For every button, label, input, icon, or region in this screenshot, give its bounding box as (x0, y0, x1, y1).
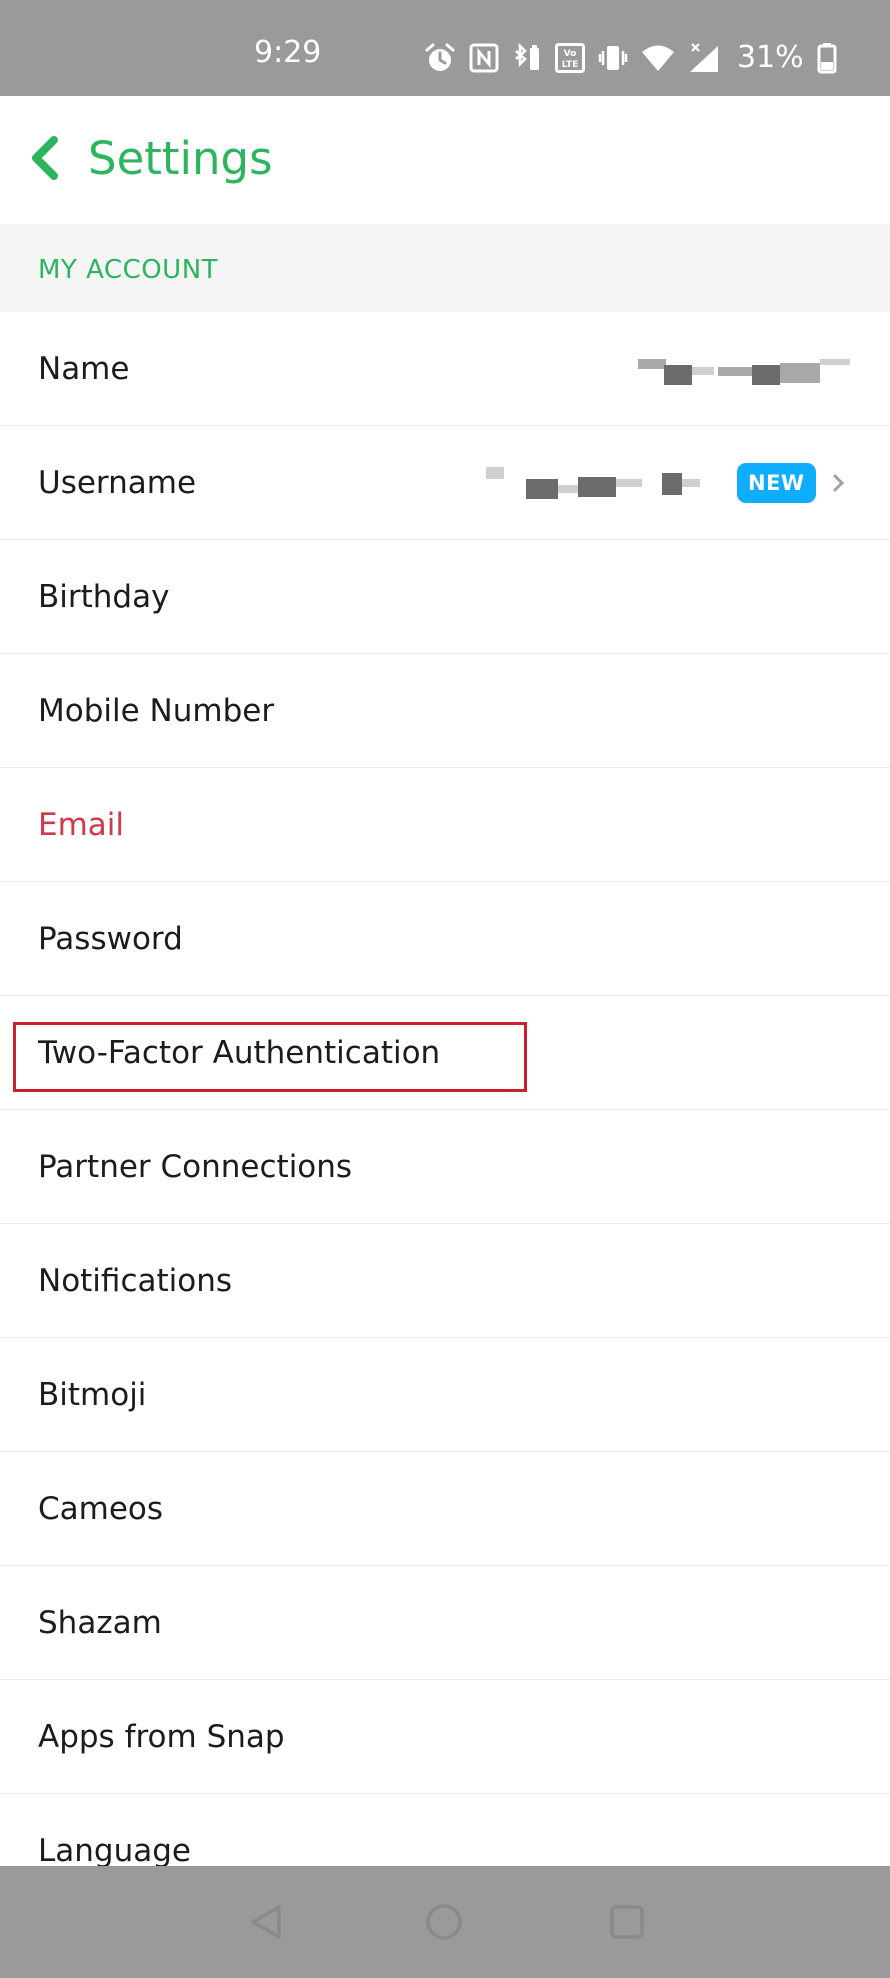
bluetooth-battery-icon (515, 42, 539, 70)
settings-item-label: Email (38, 806, 125, 843)
svg-text:LTE: LTE (562, 60, 579, 70)
settings-item-label: Language (38, 1832, 191, 1869)
settings-item-username[interactable]: Username NEW (0, 426, 890, 540)
settings-item-label: Bitmoji (38, 1376, 147, 1413)
battery-percent: 31% (737, 40, 804, 75)
settings-item-password[interactable]: Password (0, 882, 890, 996)
status-icons: Vo LTE 31% (424, 40, 837, 76)
navigation-bar (0, 1866, 890, 1978)
settings-item-label: Partner Connections (38, 1148, 353, 1185)
settings-item-label: Apps from Snap (38, 1718, 285, 1755)
alarm-icon (425, 43, 455, 71)
settings-item-shazam[interactable]: Shazam (0, 1566, 890, 1680)
new-badge: NEW (737, 462, 816, 503)
settings-item-label: Shazam (38, 1604, 162, 1641)
settings-item-bitmoji[interactable]: Bitmoji (0, 1338, 890, 1452)
settings-item-label: Notifications (38, 1262, 233, 1299)
nfc-icon (469, 43, 499, 73)
status-time: 9:29 (254, 35, 322, 70)
redacted-value (638, 358, 850, 385)
volte-icon: Vo LTE (555, 43, 585, 73)
settings-item-notifications[interactable]: Notifications (0, 1224, 890, 1338)
settings-item-label: Mobile Number (38, 692, 275, 729)
settings-item-two-factor-authentication[interactable]: Two-Factor Authentication (0, 996, 890, 1110)
redacted-value (486, 466, 700, 499)
section-header: MY ACCOUNT (0, 224, 890, 312)
settings-item-apps-from-snap[interactable]: Apps from Snap (0, 1680, 890, 1794)
battery-icon (817, 43, 837, 74)
signal-icon (690, 43, 718, 72)
settings-item-label: Two-Factor Authentication (38, 1034, 441, 1071)
settings-list: Name Username NEW Birthday Mobile Number… (0, 312, 890, 1908)
section-title: MY ACCOUNT (38, 255, 219, 285)
page-title: Settings (88, 132, 273, 185)
settings-item-label: Username (38, 464, 197, 501)
back-button[interactable] (26, 134, 66, 182)
vibrate-icon (598, 46, 628, 70)
settings-item-label: Birthday (38, 578, 170, 615)
settings-item-partner-connections[interactable]: Partner Connections (0, 1110, 890, 1224)
settings-item-cameos[interactable]: Cameos (0, 1452, 890, 1566)
settings-item-label: Cameos (38, 1490, 164, 1527)
settings-item-name[interactable]: Name (0, 312, 890, 426)
settings-item-label: Name (38, 350, 130, 387)
chevron-left-icon (32, 136, 58, 180)
settings-item-birthday[interactable]: Birthday (0, 540, 890, 654)
settings-item-label: Password (38, 920, 183, 957)
home-circle-icon[interactable] (424, 1902, 464, 1942)
svg-text:Vo: Vo (564, 49, 577, 59)
chevron-right-icon (833, 474, 845, 491)
back-triangle-icon[interactable] (246, 1902, 286, 1942)
settings-item-email[interactable]: Email (0, 768, 890, 882)
recents-square-icon[interactable] (607, 1902, 647, 1942)
header: Settings (0, 96, 890, 224)
status-bar: 9:29 Vo LTE 31% (0, 0, 890, 96)
settings-item-mobile-number[interactable]: Mobile Number (0, 654, 890, 768)
wifi-icon (642, 45, 674, 71)
